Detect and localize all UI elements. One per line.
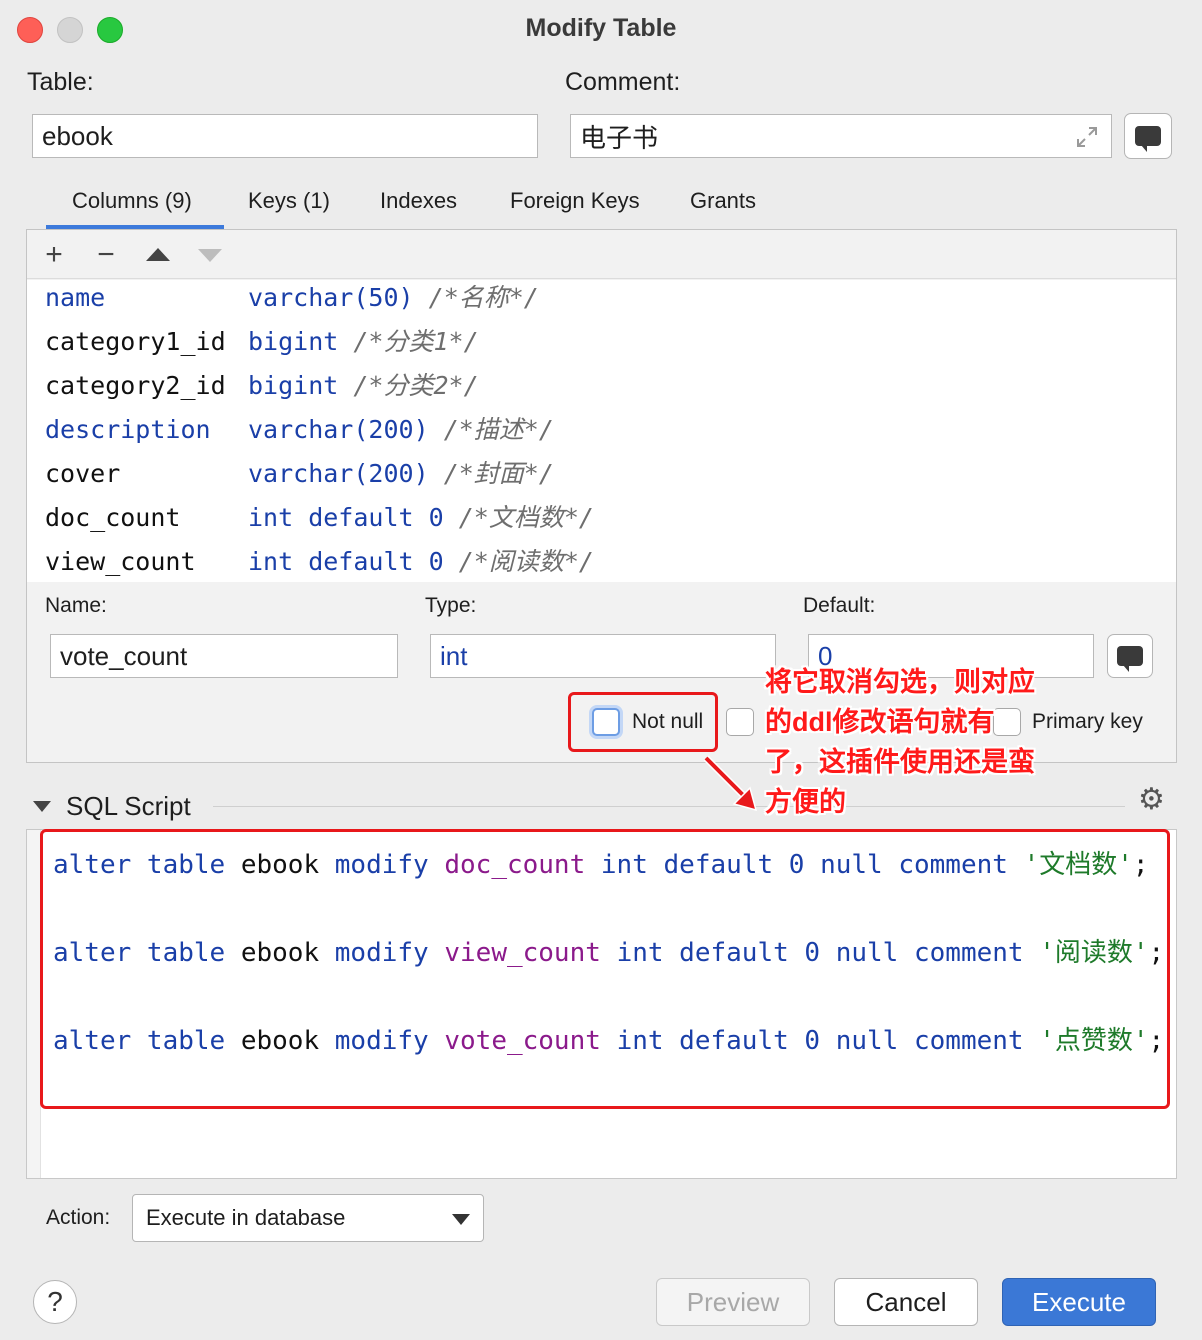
comment-value: 电子书	[580, 122, 659, 153]
comment-label: Comment:	[565, 68, 681, 96]
comment-bubble-icon	[1135, 126, 1161, 152]
add-column-button[interactable]: +	[37, 238, 71, 272]
tab-keys[interactable]: Keys (1)	[248, 188, 330, 214]
tab-columns[interactable]: Columns (9)	[72, 188, 192, 214]
move-up-icon[interactable]	[145, 246, 171, 262]
annotation-arrow-icon	[703, 755, 758, 812]
tab-grants[interactable]: Grants	[690, 188, 756, 214]
column-row[interactable]: name varchar(50) /*名称*/	[45, 280, 539, 320]
execute-button[interactable]: Execute	[1002, 1278, 1156, 1326]
move-down-icon[interactable]	[197, 248, 223, 264]
action-label: Action:	[46, 1206, 111, 1229]
expand-icon[interactable]	[1075, 125, 1099, 149]
column-row[interactable]: category1_id bigint /*分类1*/	[45, 320, 479, 364]
annotation-text: 将它取消勾选，则对应 的ddl修改语句就有 了，这插件使用还是蛮 方便的	[765, 667, 1035, 817]
comment-input[interactable]: 电子书	[570, 114, 1112, 158]
column-row[interactable]: description varchar(200) /*描述*/	[45, 408, 554, 452]
action-select-value: Execute in database	[146, 1205, 346, 1230]
collapse-triangle-icon[interactable]	[33, 801, 51, 812]
column-row[interactable]: cover varchar(200) /*封面*/	[45, 452, 554, 496]
column-type-label: Type:	[425, 594, 477, 617]
preview-button[interactable]: Preview	[656, 1278, 810, 1326]
column-type-input[interactable]: int	[430, 634, 776, 678]
gear-icon[interactable]: ⚙	[1138, 782, 1165, 817]
auto-increment-checkbox[interactable]	[726, 708, 754, 736]
table-name-input[interactable]: ebook	[32, 114, 538, 158]
cancel-button[interactable]: Cancel	[834, 1278, 978, 1326]
tab-foreign-keys[interactable]: Foreign Keys	[510, 188, 640, 214]
sql-highlight	[40, 829, 1170, 1109]
chevron-down-icon	[452, 1214, 470, 1225]
not-null-highlight	[568, 692, 718, 752]
default-bubble-icon	[1117, 646, 1143, 672]
comment-editor-button[interactable]	[1124, 113, 1172, 159]
sql-script-title: SQL Script	[66, 791, 191, 821]
sql-gutter	[27, 830, 41, 1178]
columns-list: name varchar(50) /*名称*/ category1_id bigin…	[27, 280, 1176, 582]
column-name-label: Name:	[45, 594, 107, 617]
column-row[interactable]: view_count int default 0 /*阅读数*/	[45, 540, 594, 582]
column-default-label: Default:	[803, 594, 876, 617]
help-button[interactable]: ?	[33, 1280, 77, 1324]
default-editor-button[interactable]	[1107, 634, 1153, 678]
table-name-value: ebook	[42, 120, 113, 151]
window-title: Modify Table	[525, 14, 677, 42]
table-label: Table:	[27, 68, 94, 96]
column-name-input[interactable]: vote_count	[50, 634, 398, 678]
columns-toolbar: + −	[27, 230, 1176, 279]
column-row[interactable]: doc_count int default 0 /*文档数*/	[45, 496, 594, 540]
action-select[interactable]: Execute in database	[132, 1194, 484, 1242]
column-row[interactable]: category2_id bigint /*分类2*/	[45, 364, 479, 408]
remove-column-button[interactable]: −	[89, 238, 123, 272]
tab-indexes[interactable]: Indexes	[380, 188, 457, 214]
